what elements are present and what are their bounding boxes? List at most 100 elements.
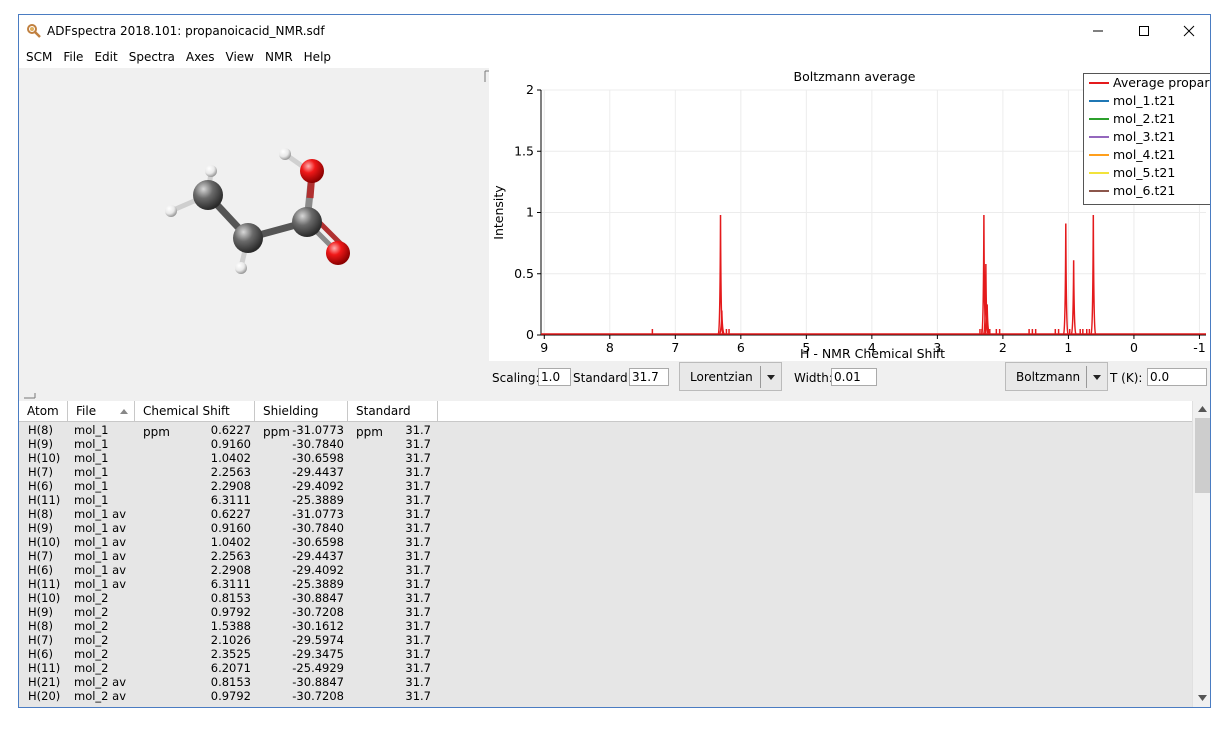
scaling-input[interactable]: 1.0 bbox=[538, 368, 571, 386]
cell-chemical-shift: 2.2908 bbox=[210, 563, 251, 577]
molecule-atoms bbox=[165, 148, 350, 274]
scaling-label: Scaling: bbox=[492, 371, 540, 385]
cell-file: mol_1 bbox=[74, 451, 109, 465]
table-row[interactable]: H(10) mol_1 av 1.0402 -30.6598 31.7 bbox=[19, 535, 1192, 549]
cell-atom: H(7) bbox=[28, 633, 53, 647]
cell-chemical-shift: 6.2071 bbox=[210, 661, 251, 675]
lineshape-value: Lorentzian bbox=[690, 370, 753, 384]
close-icon bbox=[1183, 25, 1195, 36]
legend-item: mol_2.t21 bbox=[1084, 110, 1210, 128]
legend-item: mol_5.t21 bbox=[1084, 164, 1210, 182]
table-row[interactable]: H(11) mol_2 6.2071 -25.4929 31.7 bbox=[19, 661, 1192, 675]
sort-ascending-icon bbox=[120, 409, 128, 414]
cell-chemical-shift: 0.9792 bbox=[210, 689, 251, 703]
legend-item: mol_1.t21 bbox=[1084, 92, 1210, 110]
cell-standard: 31.7 bbox=[405, 605, 431, 619]
legend-swatch bbox=[1089, 100, 1109, 102]
column-header-shielding[interactable]: Shielding ppm bbox=[255, 401, 348, 439]
cell-chemical-shift: 6.3111 bbox=[210, 577, 251, 591]
table-row[interactable]: H(21) mol_2 av 0.8153 -30.8847 31.7 bbox=[19, 675, 1192, 689]
legend-swatch bbox=[1089, 82, 1109, 84]
table-row[interactable]: H(8) mol_1 0.6227 -31.0773 31.7 bbox=[19, 423, 1192, 437]
table-header: Atom File Chemical Shift ppm Shielding p… bbox=[19, 401, 1192, 439]
scroll-down-icon[interactable] bbox=[1198, 695, 1207, 701]
width-input[interactable]: 0.01 bbox=[831, 368, 877, 386]
nmr-table: Atom File Chemical Shift ppm Shielding p… bbox=[19, 401, 1192, 707]
scrollbar-thumb[interactable] bbox=[1195, 418, 1210, 493]
column-header-standard[interactable]: Standard ppm bbox=[348, 401, 438, 439]
menu-item-nmr[interactable]: NMR bbox=[260, 46, 298, 68]
cell-shielding: -31.0773 bbox=[292, 423, 344, 437]
table-row[interactable]: H(10) mol_2 0.8153 -30.8847 31.7 bbox=[19, 591, 1192, 605]
menu-item-spectra[interactable]: Spectra bbox=[124, 46, 180, 68]
x-tick-label: 8 bbox=[606, 340, 614, 355]
table-row[interactable]: H(10) mol_1 1.0402 -30.6598 31.7 bbox=[19, 451, 1192, 465]
menu-item-scm[interactable]: SCM bbox=[21, 46, 57, 68]
cell-atom: H(6) bbox=[28, 647, 53, 661]
table-row[interactable]: H(11) mol_1 av 6.3111 -25.3889 31.7 bbox=[19, 577, 1192, 591]
molecule-3d-view[interactable] bbox=[19, 68, 485, 393]
cell-shielding: -29.5974 bbox=[292, 633, 344, 647]
table-row[interactable]: H(8) mol_1 av 0.6227 -31.0773 31.7 bbox=[19, 507, 1192, 521]
cell-shielding: -30.1612 bbox=[292, 619, 344, 633]
table-body: H(8) mol_1 0.6227 -31.0773 31.7 H(9) mol_1 0.91… bbox=[19, 423, 1192, 703]
menu-item-edit[interactable]: Edit bbox=[89, 46, 122, 68]
standard-label: Standard: bbox=[573, 371, 632, 385]
table-row[interactable]: H(9) mol_1 av 0.9160 -30.7840 31.7 bbox=[19, 521, 1192, 535]
title-bar: ADFspectra 2018.101: propanoicacid_NMR.s… bbox=[19, 15, 1210, 46]
cell-chemical-shift: 1.5388 bbox=[210, 619, 251, 633]
table-row[interactable]: H(6) mol_2 2.3525 -29.3475 31.7 bbox=[19, 647, 1192, 661]
cell-atom: H(10) bbox=[28, 451, 61, 465]
cell-standard: 31.7 bbox=[405, 479, 431, 493]
weighting-select[interactable]: Boltzmann bbox=[1005, 362, 1108, 391]
cell-atom: H(9) bbox=[28, 521, 53, 535]
spectrum-panel[interactable]: 9 8 7 6 5 4 3 2 1 0 -1 0 0.5 1 1.5 2 Boltzmann average H … bbox=[489, 68, 1210, 361]
cell-chemical-shift: 2.2563 bbox=[210, 549, 251, 563]
maximize-button[interactable] bbox=[1121, 15, 1167, 46]
legend-label: mol_4.t21 bbox=[1113, 147, 1176, 162]
table-scrollbar[interactable] bbox=[1192, 401, 1210, 707]
table-row[interactable]: H(9) mol_2 0.9792 -30.7208 31.7 bbox=[19, 605, 1192, 619]
cell-shielding: -30.7208 bbox=[292, 689, 344, 703]
column-header-file[interactable]: File bbox=[68, 401, 135, 422]
table-row[interactable]: H(11) mol_1 6.3111 -25.3889 31.7 bbox=[19, 493, 1192, 507]
cell-file: mol_2 av bbox=[74, 689, 127, 703]
spectrum-peak bbox=[1070, 260, 1077, 335]
menu-item-file[interactable]: File bbox=[58, 46, 88, 68]
spectrum-peak bbox=[1090, 214, 1097, 335]
table-row[interactable]: H(9) mol_1 0.9160 -30.7840 31.7 bbox=[19, 437, 1192, 451]
cell-file: mol_2 bbox=[74, 619, 109, 633]
table-row[interactable]: H(7) mol_1 av 2.2563 -29.4437 31.7 bbox=[19, 549, 1192, 563]
cell-chemical-shift: 2.2563 bbox=[210, 465, 251, 479]
splitter-handle[interactable] bbox=[23, 392, 37, 400]
molecule-viewer[interactable] bbox=[19, 68, 485, 393]
minimize-button[interactable] bbox=[1075, 15, 1121, 46]
cell-atom: H(20) bbox=[28, 689, 61, 703]
cell-shielding: -31.0773 bbox=[292, 507, 344, 521]
app-window: ADFspectra 2018.101: propanoicacid_NMR.s… bbox=[18, 14, 1211, 708]
chart-title: Boltzmann average bbox=[794, 69, 916, 84]
carbon-atom bbox=[233, 223, 263, 253]
table-row[interactable]: H(8) mol_2 1.5388 -30.1612 31.7 bbox=[19, 619, 1192, 633]
table-row[interactable]: H(7) mol_1 2.2563 -29.4437 31.7 bbox=[19, 465, 1192, 479]
y-tick-label: 0.5 bbox=[514, 266, 534, 281]
cell-atom: H(8) bbox=[28, 619, 53, 633]
menu-item-help[interactable]: Help bbox=[299, 46, 336, 68]
menu-item-axes[interactable]: Axes bbox=[181, 46, 220, 68]
standard-input[interactable]: 31.7 bbox=[629, 368, 669, 386]
lineshape-select[interactable]: Lorentzian bbox=[679, 362, 782, 391]
table-row[interactable]: H(7) mol_2 2.1026 -29.5974 31.7 bbox=[19, 633, 1192, 647]
scroll-up-icon[interactable] bbox=[1198, 406, 1207, 412]
temperature-input[interactable]: 0.0 bbox=[1147, 368, 1207, 386]
table-row[interactable]: H(6) mol_1 2.2908 -29.4092 31.7 bbox=[19, 479, 1192, 493]
close-button[interactable] bbox=[1166, 15, 1210, 46]
cell-shielding: -29.4437 bbox=[292, 465, 344, 479]
table-row[interactable]: H(6) mol_1 av 2.2908 -29.4092 31.7 bbox=[19, 563, 1192, 577]
table-row[interactable]: H(20) mol_2 av 0.9792 -30.7208 31.7 bbox=[19, 689, 1192, 703]
column-header-chemical-shift[interactable]: Chemical Shift ppm bbox=[135, 401, 255, 439]
cell-atom: H(7) bbox=[28, 465, 53, 479]
y-tick-label: 1.5 bbox=[514, 143, 534, 158]
column-header-atom[interactable]: Atom bbox=[19, 401, 68, 422]
menu-item-view[interactable]: View bbox=[221, 46, 259, 68]
y-tick-label: 2 bbox=[526, 82, 534, 97]
